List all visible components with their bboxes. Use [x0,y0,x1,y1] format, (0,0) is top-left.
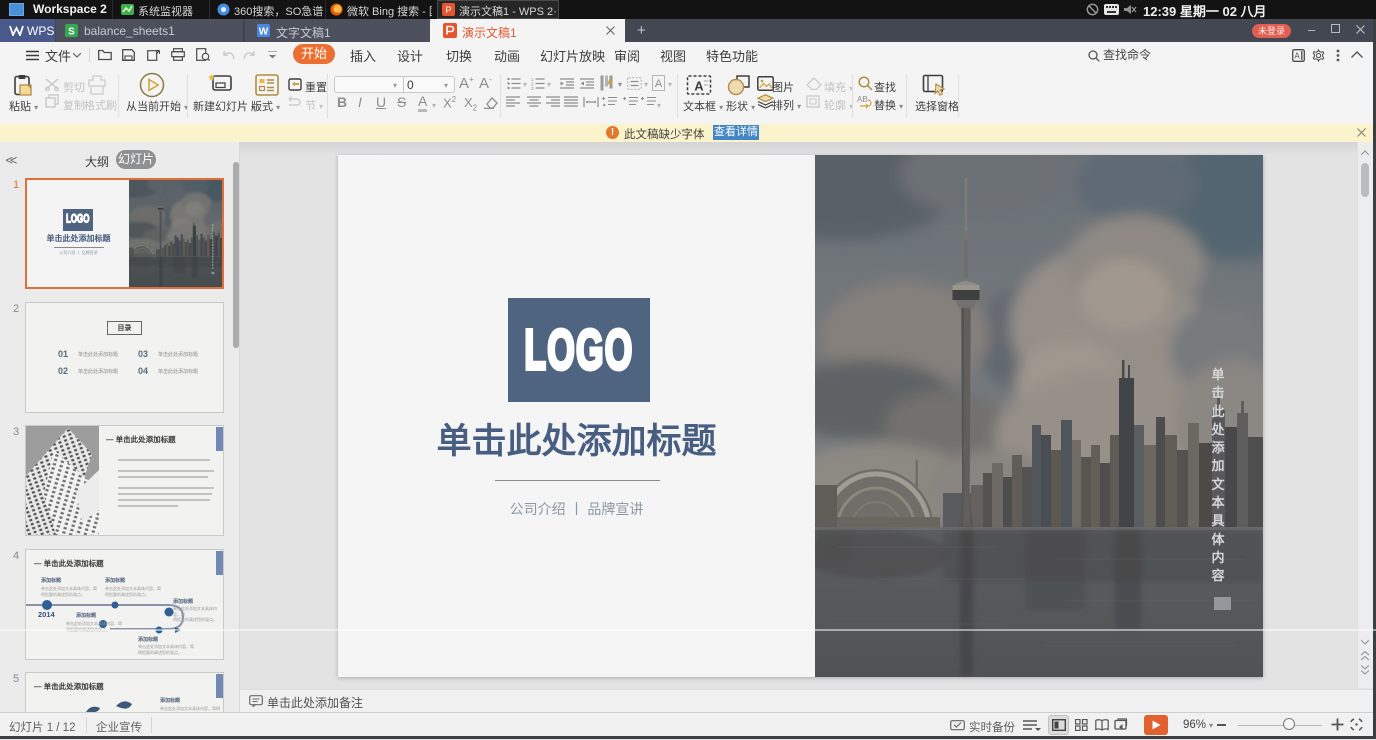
svg-text:W: W [259,27,269,38]
svg-text:3: 3 [531,86,534,90]
svg-text:A: A [1294,52,1300,61]
svg-text:AB: AB [857,95,868,104]
svg-text:A: A [607,78,613,87]
svg-text:A: A [655,78,663,90]
svg-text:A: A [694,79,704,94]
svg-text:S: S [68,27,75,38]
svg-text:P: P [445,5,451,15]
